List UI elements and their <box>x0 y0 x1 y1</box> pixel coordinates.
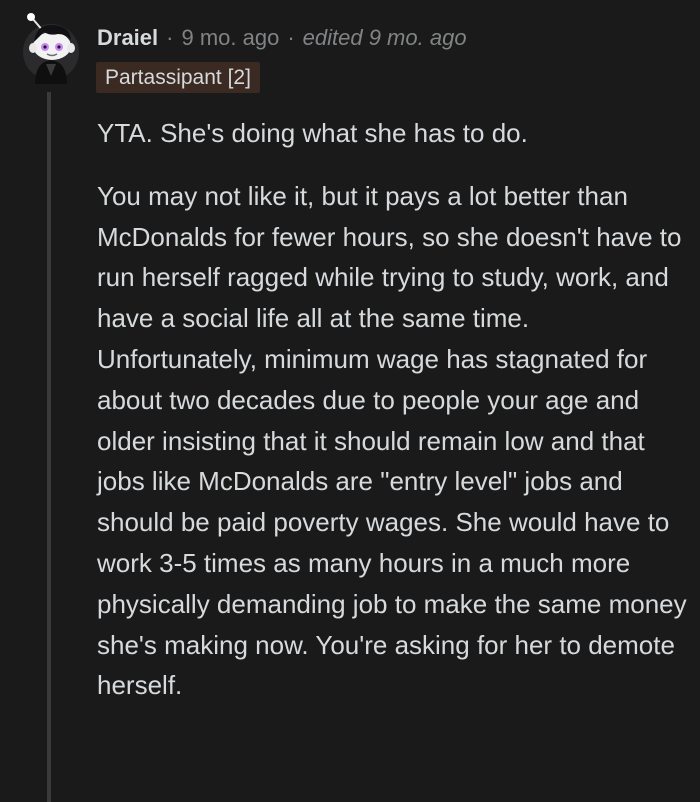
comment: Draiel · 9 mo. ago · edited 9 mo. ago Pa… <box>0 0 700 802</box>
comment-paragraph: You may not like it, but it pays a lot b… <box>97 180 687 701</box>
edited-label: edited 9 mo. ago <box>302 25 467 50</box>
user-flair: Partassipant [2] <box>96 62 260 93</box>
comment-timestamp[interactable]: 9 mo. ago <box>181 25 279 51</box>
meta-separator: · <box>166 25 174 50</box>
author-name[interactable]: Draiel <box>97 25 158 51</box>
comment-paragraph: YTA. She's doing what she has to do. <box>97 118 528 148</box>
user-avatar[interactable] <box>22 10 80 84</box>
comment-meta: Draiel · 9 mo. ago · edited 9 mo. ago <box>97 22 467 54</box>
comment-body: YTA. She's doing what she has to do. You… <box>97 113 687 728</box>
snoo-avatar-icon <box>23 13 79 84</box>
thread-collapse-line[interactable] <box>47 92 51 802</box>
meta-separator: · <box>287 25 295 50</box>
